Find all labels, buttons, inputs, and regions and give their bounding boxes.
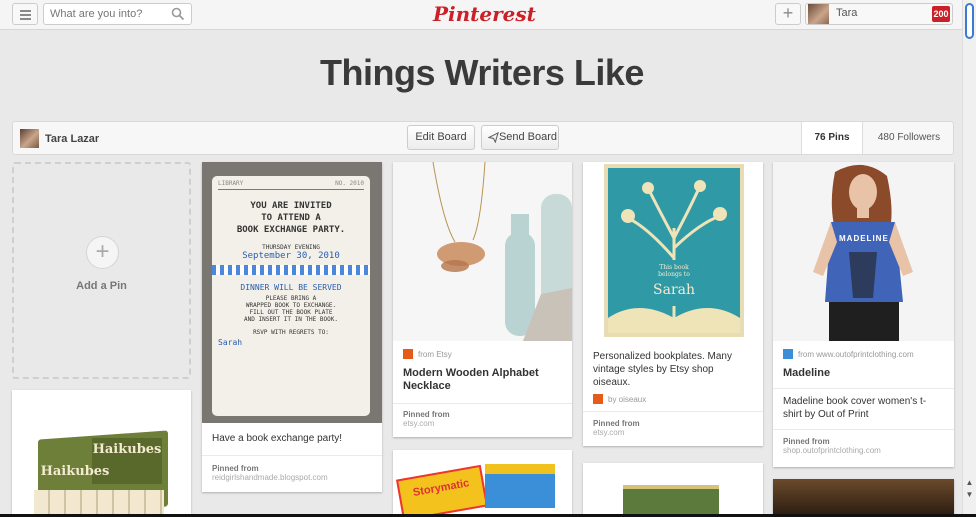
pinned-from-label: Pinned from <box>212 464 259 473</box>
pin-source[interactable]: by oiseaux <box>583 394 763 404</box>
pin-card-madeline[interactable]: MADELINE from www.outofprintclothing.com… <box>773 162 954 467</box>
pin-card-green-book[interactable] <box>583 463 763 514</box>
board-header-bar: Tara Lazar Edit Board Send Board 76 Pins… <box>12 121 954 155</box>
pin-title[interactable]: Modern Wooden Alphabet Necklace <box>393 367 572 393</box>
pin-image[interactable] <box>393 162 572 341</box>
scroll-down-arrow-icon[interactable]: ▼ <box>965 490 974 499</box>
user-menu[interactable]: Tara 200 <box>805 3 953 25</box>
necklace-photo <box>432 162 572 341</box>
menu-button[interactable] <box>12 3 38 25</box>
pin-image[interactable]: Storymatic <box>393 450 572 514</box>
pin-image[interactable] <box>773 479 954 514</box>
pin-image[interactable] <box>583 463 763 514</box>
blue-box <box>485 464 555 508</box>
pins-count-tab[interactable]: 76 Pins <box>801 122 863 154</box>
storymatic-box: Storymatic <box>396 464 488 514</box>
pin-card-dark[interactable] <box>773 479 954 514</box>
pin-description: Have a book exchange party! <box>212 433 343 444</box>
pinned-from-link[interactable]: etsy.com <box>583 428 763 437</box>
pinned-from-label: Pinned from <box>403 410 450 419</box>
tree-illustration <box>608 180 740 333</box>
bookplate-image: This book belongs to Sarah <box>604 164 744 337</box>
send-board-label: Send Board <box>498 131 558 143</box>
card-invite-line-2: TO ATTEND A <box>261 213 321 223</box>
owner-avatar[interactable] <box>20 129 39 148</box>
followers-count-tab[interactable]: 480 Followers <box>865 122 953 154</box>
board-owner-name[interactable]: Tara Lazar <box>45 133 99 145</box>
pin-image[interactable]: This book belongs to Sarah <box>583 162 763 341</box>
bookplate-label: This book belongs to Sarah <box>648 260 700 306</box>
gingham-ribbon <box>212 265 370 275</box>
card-signature: Sarah <box>218 338 243 347</box>
card-date: September 30, 2010 <box>242 251 340 261</box>
tshirt-model-photo <box>813 164 913 341</box>
tshirt-print-text: MADELINE <box>839 234 889 243</box>
bookplate-belongs: This book belongs to <box>658 264 690 278</box>
invitation-card: LIBRARY NO. 2010 YOU ARE INVITED TO ATTE… <box>212 176 370 416</box>
pin-image[interactable]: Haikubes Haikubes <box>12 390 191 514</box>
pin-card-bookplate[interactable]: This book belongs to Sarah Personalized … <box>583 162 763 446</box>
hamburger-icon <box>20 10 31 12</box>
send-icon <box>488 132 499 143</box>
top-nav-bar: Pinterest + Tara 200 <box>0 0 962 30</box>
pin-source[interactable]: from www.outofprintclothing.com <box>773 349 954 359</box>
pinned-from-link[interactable]: shop.outofprintclothing.com <box>773 446 954 455</box>
pinned-from-link[interactable]: etsy.com <box>393 419 572 428</box>
pin-source[interactable]: from Etsy <box>393 349 572 359</box>
pin-description: Personalized bookplates. Many vintage st… <box>593 351 732 388</box>
etsy-icon <box>593 394 603 404</box>
card-day: THURSDAY EVENING <box>262 244 320 251</box>
search-input[interactable] <box>44 4 164 24</box>
pinned-from-link[interactable]: reidgirlshandmade.blogspot.com <box>202 473 382 482</box>
board-title: Things Writers Like <box>320 52 644 93</box>
card-bring-line-3: FILL OUT THE BOOK PLATE <box>249 309 333 316</box>
pin-description: Madeline book cover women's t-shirt by O… <box>783 396 927 420</box>
vertical-scrollbar[interactable]: ▲ ▼ <box>962 0 976 517</box>
haikubes-box-label: Haikubes <box>92 442 162 457</box>
website-icon <box>783 349 793 359</box>
add-button[interactable]: + <box>775 3 801 25</box>
pin-title[interactable]: Madeline <box>773 367 954 380</box>
pin-source-text: from Etsy <box>418 349 452 359</box>
add-pin-card[interactable]: + Add a Pin <box>12 162 191 379</box>
user-avatar <box>808 4 829 24</box>
send-board-button[interactable]: Send Board <box>481 125 559 150</box>
pin-card-necklace[interactable]: from Etsy Modern Wooden Alphabet Necklac… <box>393 162 572 437</box>
pin-card-book-exchange[interactable]: LIBRARY NO. 2010 YOU ARE INVITED TO ATTE… <box>202 162 382 492</box>
haikubes-front-label: Haikubes <box>40 464 110 479</box>
pin-source-text: by oiseaux <box>608 394 647 404</box>
user-name: Tara <box>836 7 858 19</box>
plus-icon: + <box>86 236 119 269</box>
card-number-label: NO. 2010 <box>335 180 364 187</box>
pin-image[interactable]: LIBRARY NO. 2010 YOU ARE INVITED TO ATTE… <box>202 162 382 423</box>
pin-card-storymatic[interactable]: Storymatic <box>393 450 572 514</box>
card-bring-line-1: PLEASE BRING A <box>265 295 317 302</box>
search-icon[interactable] <box>171 7 185 21</box>
card-library-label: LIBRARY <box>218 180 244 187</box>
card-invite-line-1: YOU ARE INVITED <box>250 201 332 211</box>
pinned-from-label: Pinned from <box>593 419 640 428</box>
card-invite-line-3: BOOK EXCHANGE PARTY. <box>236 225 346 235</box>
card-bring-line-2: WRAPPED BOOK TO EXCHANGE. <box>245 302 337 309</box>
pinterest-logo[interactable]: Pinterest <box>433 1 536 27</box>
pinned-from-label: Pinned from <box>783 437 830 446</box>
etsy-icon <box>403 349 413 359</box>
pin-image[interactable]: MADELINE <box>773 162 954 341</box>
scroll-up-arrow-icon[interactable]: ▲ <box>965 478 974 487</box>
green-book-image <box>623 485 719 514</box>
add-pin-label: Add a Pin <box>76 280 127 292</box>
pin-card-haikubes[interactable]: Haikubes Haikubes <box>12 390 191 514</box>
card-bring-line-4: AND INSERT IT IN THE BOOK. <box>244 316 338 323</box>
bookplate-name: Sarah <box>653 282 695 298</box>
card-dinner: DINNER WILL BE SERVED <box>240 283 342 292</box>
storymatic-label: Storymatic <box>412 477 471 499</box>
pin-source-text: from www.outofprintclothing.com <box>798 349 914 359</box>
word-cubes <box>34 490 164 514</box>
card-rsvp: RSVP WITH REGRETS TO: <box>253 329 329 336</box>
notification-badge[interactable]: 200 <box>932 6 950 22</box>
edit-board-button[interactable]: Edit Board <box>407 125 475 150</box>
scrollbar-thumb[interactable] <box>965 3 974 39</box>
search-box <box>43 3 192 25</box>
